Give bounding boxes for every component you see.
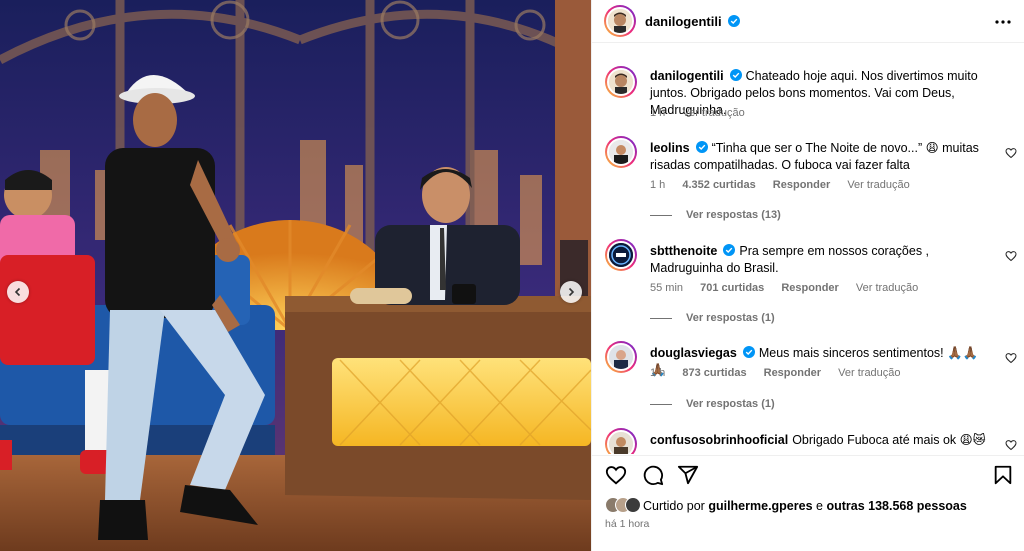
- caption-translate-link[interactable]: Ver tradução: [682, 107, 744, 119]
- comment-text-block: leolins “Tinha que ser o The Noite de nov…: [650, 140, 990, 174]
- chevron-left-icon: [14, 287, 21, 297]
- comment-meta: 1 h 873 curtidas Responder Ver tradução: [650, 367, 915, 379]
- post-timestamp: há 1 hora: [605, 518, 650, 530]
- chevron-right-icon: [568, 287, 575, 297]
- translate-link[interactable]: Ver tradução: [847, 179, 909, 191]
- caption-author-avatar[interactable]: [605, 66, 637, 98]
- author-username[interactable]: danilogentili: [645, 14, 722, 29]
- author-avatar[interactable]: [604, 5, 636, 37]
- comment-time: 1 h: [650, 367, 666, 379]
- translate-link[interactable]: Ver tradução: [856, 282, 918, 294]
- likes-conjunction: e: [816, 499, 823, 513]
- post-photo: [0, 0, 591, 551]
- bookmark-icon[interactable]: [992, 464, 1014, 486]
- send-icon[interactable]: [677, 464, 699, 486]
- post-action-bar: [592, 455, 1024, 495]
- comment-avatar[interactable]: [605, 341, 637, 373]
- reply-button[interactable]: Responder: [764, 367, 821, 379]
- comment-avatar[interactable]: [605, 239, 637, 271]
- comments-list[interactable]: danilogentili Chateado hoje aqui. Nos div…: [592, 44, 1024, 454]
- caption-time: 1 h: [650, 107, 666, 119]
- like-comment-heart-icon[interactable]: [1005, 352, 1017, 364]
- comment-text-block: sbtthenoite Pra sempre em nossos corações…: [650, 243, 990, 277]
- verified-badge-icon: [728, 15, 741, 27]
- verified-badge-icon: [695, 141, 708, 153]
- view-replies-label: Ver respostas (13): [686, 209, 781, 221]
- comment-time: 1 h: [650, 179, 666, 191]
- like-comment-heart-icon[interactable]: [1005, 250, 1017, 262]
- verified-badge-icon: [723, 244, 736, 256]
- reply-button[interactable]: Responder: [773, 179, 830, 191]
- view-replies-button[interactable]: Ver respostas (1): [650, 398, 775, 410]
- replies-divider-line: [650, 214, 672, 216]
- heart-icon[interactable]: [605, 464, 627, 486]
- comment-text-block: confusosobrinhooficial Obrigado Fuboca at…: [650, 432, 990, 449]
- comment-avatar[interactable]: [605, 136, 637, 168]
- view-replies-label: Ver respostas (1): [686, 312, 775, 324]
- translate-link[interactable]: Ver tradução: [838, 367, 900, 379]
- like-comment-heart-icon[interactable]: [1005, 147, 1017, 159]
- comment-time: 55 min: [650, 282, 684, 294]
- likes-others-link[interactable]: outras 138.568 pessoas: [826, 499, 966, 513]
- comment-username[interactable]: leolins: [650, 141, 690, 155]
- tv-show-scene-image: [0, 0, 591, 551]
- comment-username[interactable]: douglasviegas: [650, 346, 737, 360]
- post-header: danilogentili: [592, 0, 1024, 43]
- caption-meta: 1 h Ver tradução: [650, 107, 759, 119]
- comment-likes[interactable]: 701 curtidas: [700, 282, 764, 294]
- comment-text: Obrigado Fuboca até mais ok 😩😿: [792, 433, 986, 447]
- comment-meta: 55 min 701 curtidas Responder Ver traduç…: [650, 282, 932, 294]
- comment-meta: 1 h 4.352 curtidas Responder Ver traduçã…: [650, 179, 924, 191]
- verified-badge-icon: [729, 69, 742, 81]
- liker-username[interactable]: guilherme.gperes: [708, 499, 812, 513]
- more-horizontal-icon: [995, 20, 1011, 24]
- next-photo-button[interactable]: [560, 281, 582, 303]
- comment-likes[interactable]: 4.352 curtidas: [682, 179, 755, 191]
- replies-divider-line: [650, 317, 672, 319]
- comment-likes[interactable]: 873 curtidas: [682, 367, 746, 379]
- likes-summary: Curtido por guilherme.gperes e outras 13…: [605, 497, 967, 513]
- author-name-group: danilogentili: [645, 13, 741, 31]
- reply-button[interactable]: Responder: [781, 282, 838, 294]
- comment-avatar[interactable]: [605, 428, 637, 454]
- more-options-button[interactable]: [993, 12, 1013, 32]
- like-comment-heart-icon[interactable]: [1005, 439, 1017, 451]
- comment-icon[interactable]: [642, 464, 664, 486]
- view-replies-button[interactable]: Ver respostas (13): [650, 209, 781, 221]
- liker-avatars: [605, 497, 641, 513]
- view-replies-label: Ver respostas (1): [686, 398, 775, 410]
- caption-username[interactable]: danilogentili: [650, 69, 724, 83]
- replies-divider-line: [650, 403, 672, 405]
- verified-badge-icon: [742, 346, 755, 358]
- view-replies-button[interactable]: Ver respostas (1): [650, 312, 775, 324]
- likes-prefix: Curtido por: [643, 499, 705, 513]
- comment-username[interactable]: sbtthenoite: [650, 244, 717, 258]
- previous-photo-button[interactable]: [7, 281, 29, 303]
- comment-username[interactable]: confusosobrinhooficial: [650, 433, 788, 447]
- post-details-panel: danilogentili danilogentili Chateado hoje…: [591, 0, 1024, 551]
